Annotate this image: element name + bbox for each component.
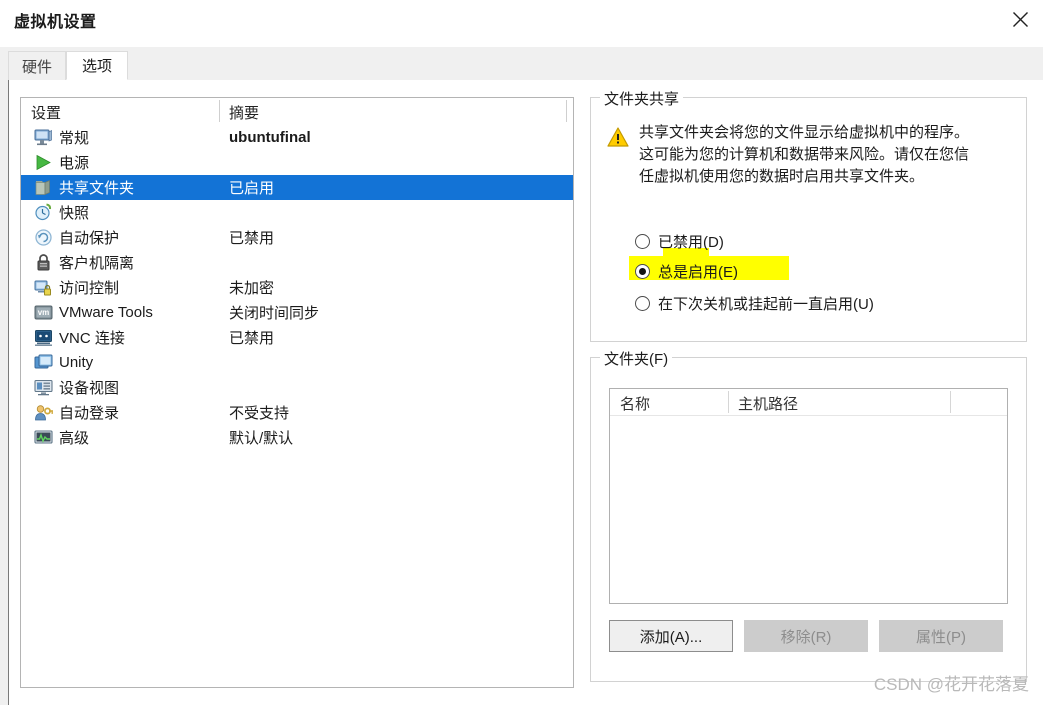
folders-column-divider xyxy=(950,391,951,413)
left-rail xyxy=(0,80,8,705)
settings-list-item-label: VMware Tools xyxy=(59,304,153,321)
vnc-icon xyxy=(34,328,53,347)
advanced-icon xyxy=(34,428,53,447)
tab-hardware[interactable]: 硬件 xyxy=(8,51,66,80)
folders-column-host-path: 主机路径 xyxy=(738,396,799,413)
folders-table-body xyxy=(610,416,1007,603)
settings-list-item-1[interactable]: 常规 ubuntufinal xyxy=(21,125,573,150)
settings-list-item-4[interactable]: 快照 xyxy=(21,200,573,225)
tab-options[interactable]: 选项 xyxy=(66,51,128,80)
settings-list-item-13[interactable]: 高级 默认/默认 xyxy=(21,425,573,450)
close-icon[interactable] xyxy=(997,0,1043,38)
options-panel: 文件夹共享 共享文件夹会将您的文件显示给虚拟机中的程序。这可能为您的计算机和数据… xyxy=(590,80,1030,705)
settings-list-item-summary: 已禁用 xyxy=(229,330,275,347)
radio-circle-icon xyxy=(635,295,650,311)
settings-list-item-label: 快照 xyxy=(59,205,90,222)
warning-icon xyxy=(607,126,629,148)
folder-sharing-warning-text: 共享文件夹会将您的文件显示给虚拟机中的程序。这可能为您的计算机和数据带来风险。请… xyxy=(639,124,970,185)
settings-list-header: 设置 摘要 xyxy=(21,98,573,124)
power-play-icon xyxy=(34,153,53,172)
folder-sharing-group-title: 文件夹共享 xyxy=(600,88,684,109)
vm-settings-dialog: 虚拟机设置 硬件 选项 设置 摘要 常规 ubuntufinal 电源 共享文件… xyxy=(0,0,1043,705)
settings-list-item-summary: 默认/默认 xyxy=(229,430,294,447)
settings-list-item-label: 共享文件夹 xyxy=(59,180,135,197)
settings-list[interactable]: 设置 摘要 常规 ubuntufinal 电源 共享文件夹 已启用 快照 自动保护 已禁用 客户… xyxy=(20,97,574,688)
folder-properties-button: 属性(P) xyxy=(879,620,1003,652)
remove-folder-button: 移除(R) xyxy=(744,620,868,652)
settings-list-item-label: 电源 xyxy=(59,155,90,172)
radio-option-always-enabled[interactable]: 总是启用(E) xyxy=(635,258,738,284)
folders-table-header: 名称 主机路径 xyxy=(610,389,1007,416)
settings-list-item-9[interactable]: VNC 连接 已禁用 xyxy=(21,325,573,350)
tab-strip: 硬件 选项 xyxy=(0,47,1043,81)
radio-option-until-poweroff-label: 在下次关机或挂起前一直启用(U) xyxy=(658,295,874,313)
settings-list-item-label: 自动登录 xyxy=(59,405,120,422)
settings-list-item-summary: 已禁用 xyxy=(229,230,275,247)
warning-triangle-glyph xyxy=(607,127,629,147)
folder-sharing-group: 文件夹共享 共享文件夹会将您的文件显示给虚拟机中的程序。这可能为您的计算机和数据… xyxy=(590,88,1027,342)
settings-list-item-12[interactable]: 自动登录 不受支持 xyxy=(21,400,573,425)
settings-list-item-label: 常规 xyxy=(59,130,90,147)
settings-list-item-label: 高级 xyxy=(59,430,90,447)
dialog-content: 设置 摘要 常规 ubuntufinal 电源 共享文件夹 已启用 快照 自动保护 已禁用 客户… xyxy=(0,80,1043,705)
vmware-tools-icon: vm xyxy=(34,303,53,322)
title-bar: 虚拟机设置 xyxy=(0,0,1043,40)
unity-icon xyxy=(34,353,53,372)
add-folder-button-label: 添加(A)... xyxy=(639,628,703,646)
settings-list-item-10[interactable]: Unity xyxy=(21,350,573,375)
settings-list-item-summary: ubuntufinal xyxy=(229,129,311,146)
radio-circle-selected-icon xyxy=(635,263,650,279)
device-view-icon xyxy=(34,378,53,397)
page-title: 虚拟机设置 xyxy=(14,14,97,31)
add-folder-button[interactable]: 添加(A)... xyxy=(609,620,733,652)
monitor-icon xyxy=(34,128,53,147)
svg-text:vm: vm xyxy=(38,308,50,317)
folders-group-title: 文件夹(F) xyxy=(600,348,673,369)
settings-list-item-8[interactable]: vm VMware Tools 关闭时间同步 xyxy=(21,300,573,325)
folder-properties-button-label: 属性(P) xyxy=(916,628,966,646)
settings-list-item-label: 设备视图 xyxy=(59,380,120,397)
left-rail-divider xyxy=(8,80,9,705)
folders-group: 文件夹(F) 名称 主机路径 添加(A)... 移除(R) 属性(P) xyxy=(590,348,1027,682)
snapshot-clock-icon xyxy=(34,203,53,222)
settings-list-item-summary: 未加密 xyxy=(229,280,275,297)
folders-column-name: 名称 xyxy=(620,396,651,413)
auto-login-icon xyxy=(34,403,53,422)
settings-list-item-7[interactable]: 访问控制 未加密 xyxy=(21,275,573,300)
autoprotect-icon xyxy=(34,228,53,247)
radio-option-until-poweroff[interactable]: 在下次关机或挂起前一直启用(U) xyxy=(635,290,874,316)
radio-option-disabled[interactable]: 已禁用(D) xyxy=(635,228,724,254)
settings-list-item-summary: 关闭时间同步 xyxy=(229,305,320,322)
folder-icon xyxy=(34,178,53,197)
radio-option-disabled-label: 已禁用(D) xyxy=(658,233,724,251)
tab-hardware-label: 硬件 xyxy=(21,58,52,76)
radio-circle-icon xyxy=(635,233,650,249)
settings-list-item-11[interactable]: 设备视图 xyxy=(21,375,573,400)
access-control-icon xyxy=(34,278,53,297)
folders-table[interactable]: 名称 主机路径 xyxy=(609,388,1008,604)
settings-list-item-5[interactable]: 自动保护 已禁用 xyxy=(21,225,573,250)
settings-list-item-summary: 不受支持 xyxy=(229,405,290,422)
column-divider xyxy=(566,100,567,122)
settings-list-item-summary: 已启用 xyxy=(229,180,275,197)
folders-column-divider xyxy=(728,391,729,413)
tab-options-label: 选项 xyxy=(81,58,112,75)
column-header-setting: 设置 xyxy=(31,105,62,122)
close-x-glyph xyxy=(1012,11,1028,27)
settings-list-item-label: Unity xyxy=(59,354,94,371)
settings-list-item-label: 访问控制 xyxy=(59,280,120,297)
lock-icon xyxy=(34,253,53,272)
settings-list-rows: 常规 ubuntufinal 电源 共享文件夹 已启用 快照 自动保护 已禁用 客户机隔离 访问控… xyxy=(21,125,573,450)
radio-option-always-enabled-label: 总是启用(E) xyxy=(658,263,738,281)
column-header-summary: 摘要 xyxy=(229,105,260,122)
column-divider xyxy=(219,100,220,122)
remove-folder-button-label: 移除(R) xyxy=(780,628,832,646)
settings-list-item-label: 自动保护 xyxy=(59,230,120,247)
settings-list-item-6[interactable]: 客户机隔离 xyxy=(21,250,573,275)
settings-list-item-label: 客户机隔离 xyxy=(59,255,135,272)
settings-list-item-label: VNC 连接 xyxy=(59,330,125,347)
watermark: CSDN @花开花落夏 xyxy=(873,675,1029,694)
settings-list-item-3[interactable]: 共享文件夹 已启用 xyxy=(21,175,573,200)
settings-list-item-2[interactable]: 电源 xyxy=(21,150,573,175)
